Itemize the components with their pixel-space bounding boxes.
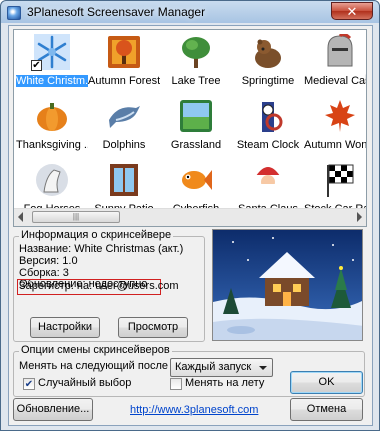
preview-button[interactable]: Просмотр	[118, 317, 188, 338]
random-checkbox[interactable]: ✔	[23, 378, 35, 390]
tree-icon	[178, 34, 214, 70]
screensaver-item-label: Springtime	[241, 75, 295, 87]
settings-button[interactable]: Настройки	[30, 317, 100, 338]
autumn-forest-icon	[106, 34, 142, 70]
close-button[interactable]: ✕	[331, 2, 373, 20]
screensaver-item[interactable]: Springtime	[232, 32, 304, 98]
bear-icon	[250, 34, 286, 70]
screensaver-item-label: Autumn Wonder...	[304, 139, 367, 151]
screensaver-item[interactable]: Autumn Wonder...	[304, 96, 367, 162]
title-bar[interactable]: 3Planesoft Screensaver Manager ✕	[1, 1, 379, 25]
live-change-label: Менять на лету	[185, 377, 265, 389]
screensaver-item-label: Lake Tree	[171, 75, 221, 87]
app-icon	[7, 6, 21, 20]
change-interval-select[interactable]: Каждый запуск	[170, 358, 273, 377]
screensaver-item-label: Thanksgiving ...	[16, 139, 88, 151]
scroll-right-icon[interactable]	[357, 212, 362, 222]
horse-icon	[34, 162, 70, 198]
screensaver-item[interactable]: Lake Tree	[160, 32, 232, 98]
screensaver-item[interactable]: Grassland	[160, 96, 232, 162]
screensaver-item[interactable]: Dolphins	[88, 96, 160, 162]
screensaver-item[interactable]: Medieval Cast...	[304, 32, 366, 98]
change-interval-value: Каждый запуск	[175, 361, 252, 373]
dolphin-icon	[106, 98, 142, 134]
screensaver-list[interactable]: ✔ White Christm... Autumn Forest Lake Tree S…	[13, 29, 367, 227]
website-link[interactable]: http://www.3planesoft.com	[130, 404, 258, 416]
maple-leaf-icon	[322, 98, 358, 134]
screensaver-item[interactable]: Thanksgiving ...	[16, 96, 88, 162]
screensaver-item[interactable]: ✔ White Christm...	[16, 32, 88, 98]
chevron-down-icon	[259, 366, 267, 370]
screensaver-preview-image	[212, 229, 363, 341]
info-name: Название: White Christmas (акт.)	[19, 243, 184, 255]
random-label: Случайный выбор	[38, 377, 132, 389]
screensaver-item-label: Autumn Forest	[88, 75, 160, 87]
patio-door-icon	[106, 162, 142, 198]
change-after-label: Менять на следующий после	[19, 360, 168, 372]
info-heading: Информация о скринсейвере	[19, 229, 174, 241]
update-button[interactable]: Обновление...	[13, 398, 93, 421]
cancel-button[interactable]: Отмена	[290, 398, 363, 421]
ok-button[interactable]: OK	[290, 371, 363, 394]
screensaver-item-label: White Christm...	[16, 75, 88, 87]
screensaver-item[interactable]: Autumn Forest	[88, 32, 160, 98]
list-item-label: Fa	[365, 73, 366, 85]
screensaver-item-label: Medieval Cast...	[304, 75, 366, 87]
info-version: Версия: 1.0	[19, 255, 78, 267]
live-change-checkbox[interactable]	[170, 378, 182, 390]
app-window: 3Planesoft Screensaver Manager ✕ ✔ White …	[0, 0, 380, 431]
active-check-icon[interactable]: ✔	[31, 60, 42, 71]
client-area: ✔ White Christm... Autumn Forest Lake Tree S…	[8, 25, 373, 426]
scroll-thumb[interactable]: |||	[32, 211, 120, 223]
horizontal-scrollbar[interactable]: |||	[14, 208, 366, 226]
screensaver-item-label: Steam Clock	[236, 139, 300, 151]
santa-icon	[250, 162, 286, 198]
screensaver-item[interactable]: Steam Clock	[232, 96, 304, 162]
scroll-left-icon[interactable]	[18, 212, 23, 222]
screensaver-item-label: Grassland	[170, 139, 222, 151]
steam-clock-icon	[250, 98, 286, 134]
goldfish-icon	[178, 162, 214, 198]
pumpkin-icon	[34, 98, 70, 134]
window-title: 3Planesoft Screensaver Manager	[27, 5, 206, 19]
knight-helmet-icon	[322, 32, 358, 70]
checkered-flag-icon	[322, 162, 358, 198]
grassland-icon	[178, 98, 214, 134]
screensaver-item-label: Dolphins	[102, 139, 146, 151]
info-registered: Зарегистр. на: user@users.com	[19, 280, 179, 292]
options-heading: Опции смены скринсейверов	[19, 344, 172, 356]
